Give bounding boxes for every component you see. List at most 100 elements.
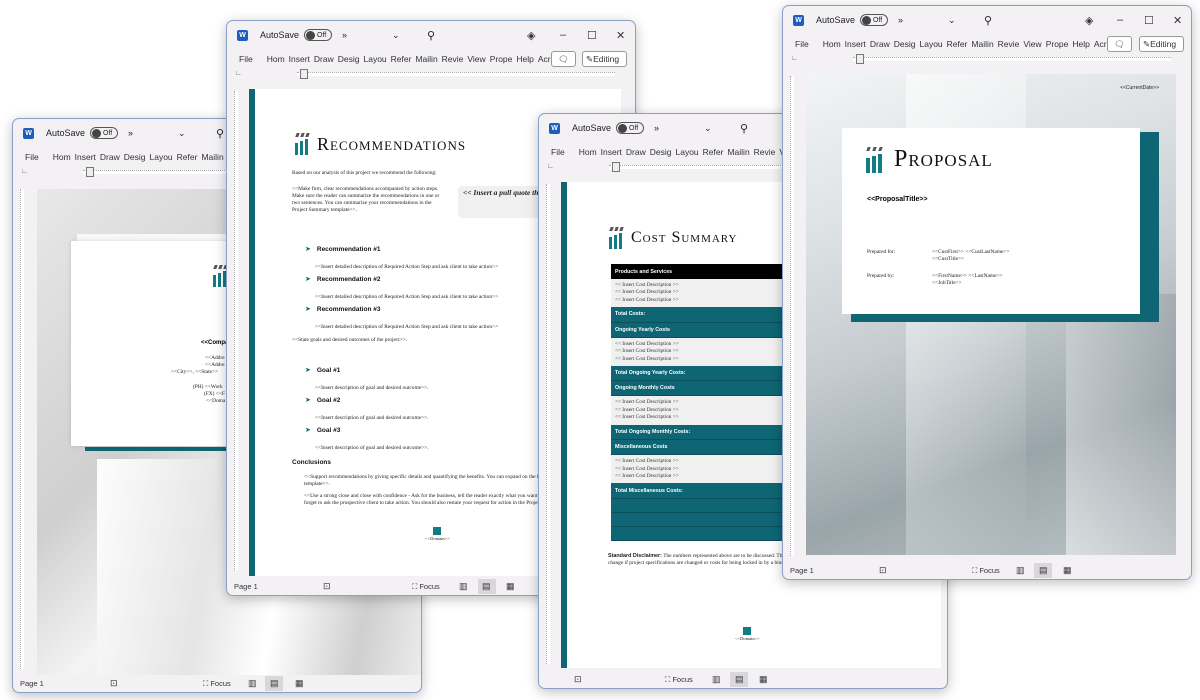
tab-insert[interactable]: Insert bbox=[601, 147, 622, 157]
chevron-down-icon[interactable]: ⌄ bbox=[948, 15, 956, 26]
tab-insert[interactable]: Insert bbox=[289, 54, 310, 64]
indent-marker[interactable] bbox=[300, 69, 308, 79]
tab-mailings[interactable]: Mailin bbox=[201, 152, 223, 162]
tab-view[interactable]: View bbox=[1023, 39, 1041, 49]
focus-button[interactable]: ⛶ Focus bbox=[665, 675, 693, 685]
autosave-toggle[interactable]: Off bbox=[90, 127, 119, 139]
diamond-icon[interactable]: ◈ bbox=[527, 29, 535, 42]
tab-references[interactable]: Refer bbox=[391, 54, 412, 64]
indent-marker[interactable] bbox=[856, 54, 864, 64]
tab-layout[interactable]: Layou bbox=[920, 39, 943, 49]
tab-help[interactable]: Help bbox=[516, 54, 533, 64]
accessibility-icon[interactable]: ⊡ bbox=[323, 581, 331, 592]
chevron-down-icon[interactable]: ⌄ bbox=[704, 123, 712, 134]
tab-home[interactable]: Hom bbox=[823, 39, 841, 49]
vertical-ruler[interactable] bbox=[17, 189, 27, 669]
editing-button[interactable]: ✎ Editing bbox=[1139, 36, 1184, 52]
tab-review[interactable]: Revie bbox=[754, 147, 776, 157]
vertical-ruler[interactable] bbox=[231, 91, 241, 571]
tab-draw[interactable]: Draw bbox=[870, 39, 890, 49]
horizontal-ruler[interactable]: ∟ bbox=[227, 69, 635, 79]
tab-layout[interactable]: Layou bbox=[150, 152, 173, 162]
tab-review[interactable]: Revie bbox=[442, 54, 464, 64]
print-layout-icon[interactable]: ▤ bbox=[1039, 565, 1048, 576]
autosave-toggle[interactable]: Off bbox=[304, 29, 333, 41]
autosave-toggle[interactable]: Off bbox=[860, 14, 889, 26]
focus-button[interactable]: ⛶ Focus bbox=[412, 582, 440, 592]
accessibility-icon[interactable]: ⊡ bbox=[879, 565, 887, 576]
maximize-button[interactable]: ☐ bbox=[1144, 14, 1154, 27]
read-mode-icon[interactable]: ▥ bbox=[459, 581, 468, 592]
indent-marker[interactable] bbox=[612, 162, 620, 172]
diamond-icon[interactable]: ◈ bbox=[1085, 14, 1093, 27]
tab-home[interactable]: Hom bbox=[579, 147, 597, 157]
autosave-toggle[interactable]: Off bbox=[616, 122, 645, 134]
accessibility-icon[interactable]: ⊡ bbox=[574, 674, 582, 685]
tab-design[interactable]: Desig bbox=[338, 54, 360, 64]
horizontal-ruler[interactable]: ∟ bbox=[783, 54, 1191, 64]
chevron-down-icon[interactable]: ⌄ bbox=[392, 30, 400, 41]
tab-design[interactable]: Desig bbox=[650, 147, 672, 157]
print-layout-icon[interactable]: ▤ bbox=[735, 674, 744, 685]
minimize-button[interactable]: – bbox=[560, 29, 566, 41]
tab-properties[interactable]: Prope bbox=[1046, 39, 1069, 49]
vertical-ruler[interactable] bbox=[787, 76, 797, 556]
print-layout-icon[interactable]: ▤ bbox=[482, 581, 491, 592]
comments-button[interactable]: 🗨 bbox=[551, 51, 576, 67]
tab-view[interactable]: View bbox=[467, 54, 485, 64]
tab-selector-icon[interactable]: ∟ bbox=[21, 168, 28, 175]
maximize-button[interactable]: ☐ bbox=[587, 29, 597, 42]
tab-home[interactable]: Hom bbox=[53, 152, 71, 162]
search-icon[interactable]: ⚲ bbox=[984, 14, 992, 27]
print-layout-icon[interactable]: ▤ bbox=[270, 678, 279, 689]
tab-properties[interactable]: Prope bbox=[490, 54, 513, 64]
search-icon[interactable]: ⚲ bbox=[216, 127, 224, 140]
read-mode-icon[interactable]: ▥ bbox=[1016, 565, 1025, 576]
tab-review[interactable]: Revie bbox=[998, 39, 1020, 49]
tab-draw[interactable]: Draw bbox=[626, 147, 646, 157]
more-icon[interactable]: » bbox=[898, 15, 903, 25]
more-icon[interactable]: » bbox=[654, 123, 659, 133]
web-layout-icon[interactable]: ▦ bbox=[506, 581, 515, 592]
page-indicator[interactable]: Page 1 bbox=[234, 582, 258, 591]
close-button[interactable]: ✕ bbox=[1173, 14, 1182, 27]
tab-mailings[interactable]: Mailin bbox=[971, 39, 993, 49]
tab-file[interactable]: File bbox=[551, 147, 565, 157]
tab-insert[interactable]: Insert bbox=[75, 152, 96, 162]
document-page[interactable]: <<CurrentDate>> Proposal <<ProposalTitle… bbox=[806, 74, 1176, 555]
more-icon[interactable]: » bbox=[128, 128, 133, 138]
tab-help[interactable]: Help bbox=[1072, 39, 1089, 49]
focus-button[interactable]: ⛶ Focus bbox=[203, 679, 231, 689]
focus-button[interactable]: ⛶ Focus bbox=[972, 566, 1000, 576]
tab-layout[interactable]: Layou bbox=[676, 147, 699, 157]
tab-mailings[interactable]: Mailin bbox=[727, 147, 749, 157]
page-indicator[interactable]: Page 1 bbox=[20, 679, 44, 688]
tab-references[interactable]: Refer bbox=[177, 152, 198, 162]
chevron-down-icon[interactable]: ⌄ bbox=[178, 128, 186, 139]
tab-mailings[interactable]: Mailin bbox=[415, 54, 437, 64]
tab-insert[interactable]: Insert bbox=[845, 39, 866, 49]
tab-draw[interactable]: Draw bbox=[100, 152, 120, 162]
tab-design[interactable]: Desig bbox=[124, 152, 146, 162]
vertical-ruler[interactable] bbox=[543, 184, 553, 664]
tab-references[interactable]: Refer bbox=[703, 147, 724, 157]
tab-file[interactable]: File bbox=[25, 152, 39, 162]
tab-selector-icon[interactable]: ∟ bbox=[791, 55, 798, 62]
search-icon[interactable]: ⚲ bbox=[427, 29, 435, 42]
tab-selector-icon[interactable]: ∟ bbox=[547, 163, 554, 170]
tab-layout[interactable]: Layou bbox=[364, 54, 387, 64]
tab-design[interactable]: Desig bbox=[894, 39, 916, 49]
tab-draw[interactable]: Draw bbox=[314, 54, 334, 64]
comments-button[interactable]: 🗨 bbox=[1107, 36, 1132, 52]
indent-marker[interactable] bbox=[86, 167, 94, 177]
editing-button[interactable]: ✎ Editing bbox=[582, 51, 627, 67]
tab-home[interactable]: Hom bbox=[267, 54, 285, 64]
web-layout-icon[interactable]: ▦ bbox=[1063, 565, 1072, 576]
web-layout-icon[interactable]: ▦ bbox=[759, 674, 768, 685]
minimize-button[interactable]: – bbox=[1117, 14, 1123, 26]
tab-selector-icon[interactable]: ∟ bbox=[235, 70, 242, 77]
tab-file[interactable]: File bbox=[239, 54, 253, 64]
web-layout-icon[interactable]: ▦ bbox=[295, 678, 304, 689]
accessibility-icon[interactable]: ⊡ bbox=[110, 678, 118, 689]
read-mode-icon[interactable]: ▥ bbox=[248, 678, 257, 689]
